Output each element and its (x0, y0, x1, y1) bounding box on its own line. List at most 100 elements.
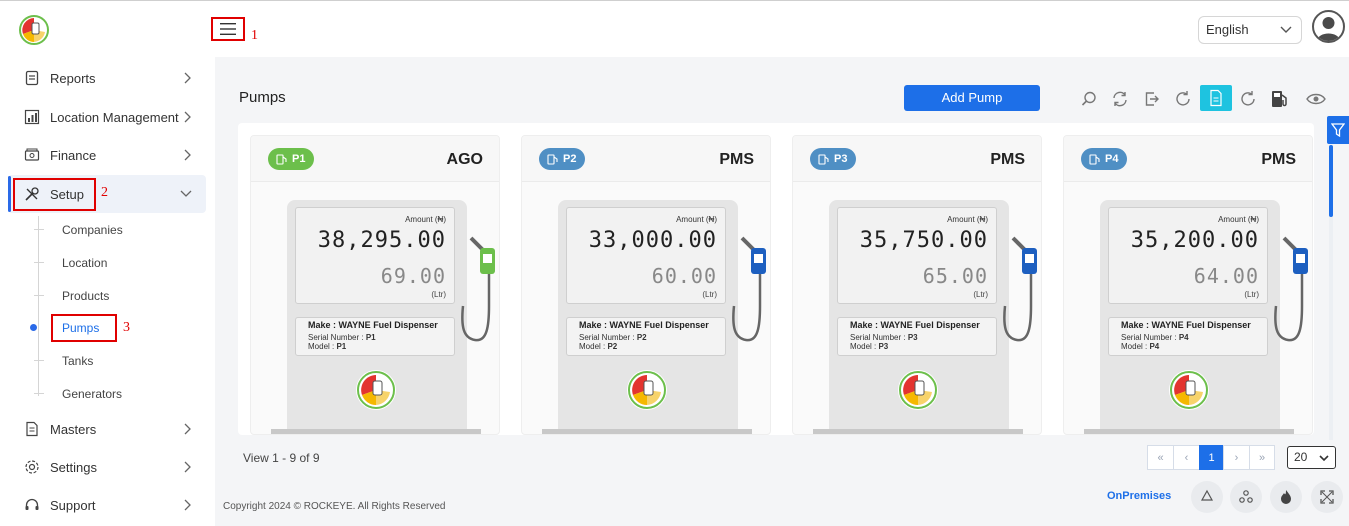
nozzle-icon (1274, 236, 1308, 342)
pump-card-header: P3 PMS (793, 136, 1041, 182)
pump-make: Make : WAYNE Fuel Dispenser (308, 320, 438, 330)
document-icon (26, 421, 38, 437)
scrollbar-thumb[interactable] (1329, 145, 1333, 217)
pump-card[interactable]: P2 PMS Amount (₦) 33,000.00 60.00 (Ltr) … (521, 135, 771, 435)
sidebar-item-location-management[interactable]: Location Management (8, 98, 206, 136)
add-pump-button[interactable]: Add Pump (904, 85, 1040, 111)
refresh-button[interactable] (1171, 87, 1195, 111)
sidebar-item-reports[interactable]: Reports (8, 59, 206, 97)
sidebar-item-label: Finance (50, 148, 97, 163)
pump-badge-label: P1 (292, 153, 306, 165)
pump-make: Make : WAYNE Fuel Dispenser (579, 320, 709, 330)
litres-label: (Ltr) (973, 290, 988, 299)
network-button[interactable] (1230, 481, 1262, 513)
sidebar-item-finance[interactable]: Finance (8, 136, 206, 174)
fuel-pump-button[interactable] (1268, 87, 1292, 111)
pump-fuel-type: PMS (1261, 151, 1296, 168)
dispenser-body: Amount (₦) 38,295.00 69.00 (Ltr) Make : … (287, 200, 467, 434)
view-toggle-button[interactable] (1304, 87, 1328, 111)
flame-button[interactable] (1270, 481, 1302, 513)
dispenser-body: Amount (₦) 35,200.00 64.00 (Ltr) Make : … (1100, 200, 1280, 434)
annotation-label: 3 (123, 320, 130, 335)
amount-label: Amount (₦) (676, 215, 717, 224)
pump-info: Make : WAYNE Fuel Dispenser Serial Numbe… (566, 317, 726, 356)
submenu-companies[interactable]: Companies (62, 223, 123, 237)
pump-card-header: P1 AGO (251, 136, 499, 182)
user-avatar[interactable] (1312, 10, 1345, 43)
copyright-text: Copyright 2024 © ROCKEYE. All Rights Res… (223, 501, 446, 512)
nozzle-icon (1003, 236, 1037, 342)
sync-button[interactable] (1108, 87, 1132, 111)
main-content: Pumps Add Pump P1 AGO Amount (₦) 38,295.… (215, 57, 1349, 526)
serial-value: P1 (365, 333, 376, 342)
dispenser-base (542, 429, 752, 434)
next-page-button[interactable]: › (1223, 445, 1249, 470)
chart-icon (24, 109, 40, 125)
reload-button[interactable] (1236, 87, 1260, 111)
pump-card[interactable]: P1 AGO Amount (₦) 38,295.00 69.00 (Ltr) … (250, 135, 500, 435)
model-label: Model : (579, 342, 606, 351)
sidebar-item-support[interactable]: Support (8, 486, 206, 524)
eye-icon (1306, 93, 1326, 105)
amount-label: Amount (₦) (947, 215, 988, 224)
litres-value: 69.00 (380, 264, 446, 288)
pump-card[interactable]: P4 PMS Amount (₦) 35,200.00 64.00 (Ltr) … (1063, 135, 1313, 435)
pump-badge-label: P3 (834, 153, 848, 165)
submenu-generators[interactable]: Generators (62, 387, 122, 401)
per-page-select[interactable]: 20 (1287, 446, 1336, 469)
amount-label: Amount (₦) (1218, 215, 1259, 224)
pump-card[interactable]: P3 PMS Amount (₦) 35,750.00 65.00 (Ltr) … (792, 135, 1042, 435)
pump-info: Make : WAYNE Fuel Dispenser Serial Numbe… (837, 317, 997, 356)
expand-icon (1320, 490, 1334, 504)
model-label: Model : (308, 342, 335, 351)
sidebar-item-settings[interactable]: Settings (8, 448, 206, 486)
model-label: Model : (1121, 342, 1148, 351)
fullscreen-button[interactable] (1311, 481, 1343, 513)
sync-icon (1113, 91, 1127, 107)
sidebar-item-label: Masters (50, 422, 97, 437)
last-page-button[interactable]: » (1249, 445, 1275, 470)
serial-label: Serial Number : (308, 333, 364, 342)
fuel-pump-icon (1272, 91, 1287, 107)
first-page-button[interactable]: « (1147, 445, 1173, 470)
brand-logo-icon (356, 370, 396, 410)
active-dot (30, 324, 37, 331)
export-button[interactable] (1140, 87, 1164, 111)
brand-logo-icon[interactable] (18, 14, 50, 46)
submenu-tanks[interactable]: Tanks (62, 354, 93, 368)
flame-icon (1281, 490, 1291, 504)
litres-label: (Ltr) (431, 290, 446, 299)
brand-logo-icon (898, 370, 938, 410)
search-button[interactable] (1077, 87, 1101, 111)
filter-icon (1331, 123, 1345, 137)
submenu-dash (34, 360, 44, 361)
submenu-dash (34, 295, 44, 296)
sidebar-item-masters[interactable]: Masters (8, 410, 206, 448)
prev-page-button[interactable]: ‹ (1173, 445, 1199, 470)
pump-info: Make : WAYNE Fuel Dispenser Serial Numbe… (295, 317, 455, 356)
pump-fuel-type: PMS (719, 151, 754, 168)
model-label: Model : (850, 342, 877, 351)
brand-logo-icon (627, 370, 667, 410)
litres-value: 64.00 (1193, 264, 1259, 288)
view-count: View 1 - 9 of 9 (243, 451, 320, 465)
chevron-down-icon (1280, 26, 1292, 33)
language-select[interactable]: English (1198, 16, 1302, 44)
dispenser-screen: Amount (₦) 38,295.00 69.00 (Ltr) (295, 207, 455, 304)
search-icon (1081, 91, 1096, 106)
fuel-pump-icon (1089, 153, 1100, 165)
recycle-icon (1200, 489, 1214, 501)
recycle-button[interactable] (1191, 481, 1223, 513)
file-view-button[interactable] (1200, 85, 1232, 111)
fuel-pump-icon (818, 153, 829, 165)
deployment-mode: OnPremises (1107, 490, 1172, 502)
submenu-dash (34, 262, 44, 263)
submenu-location[interactable]: Location (62, 256, 107, 270)
serial-label: Serial Number : (1121, 333, 1177, 342)
submenu-products[interactable]: Products (62, 289, 109, 303)
filter-button[interactable] (1327, 116, 1349, 144)
page-button-current[interactable]: 1 (1199, 445, 1223, 470)
menu-toggle-button[interactable] (211, 17, 245, 41)
chevron-right-icon (184, 111, 191, 123)
page-title: Pumps (239, 89, 286, 106)
